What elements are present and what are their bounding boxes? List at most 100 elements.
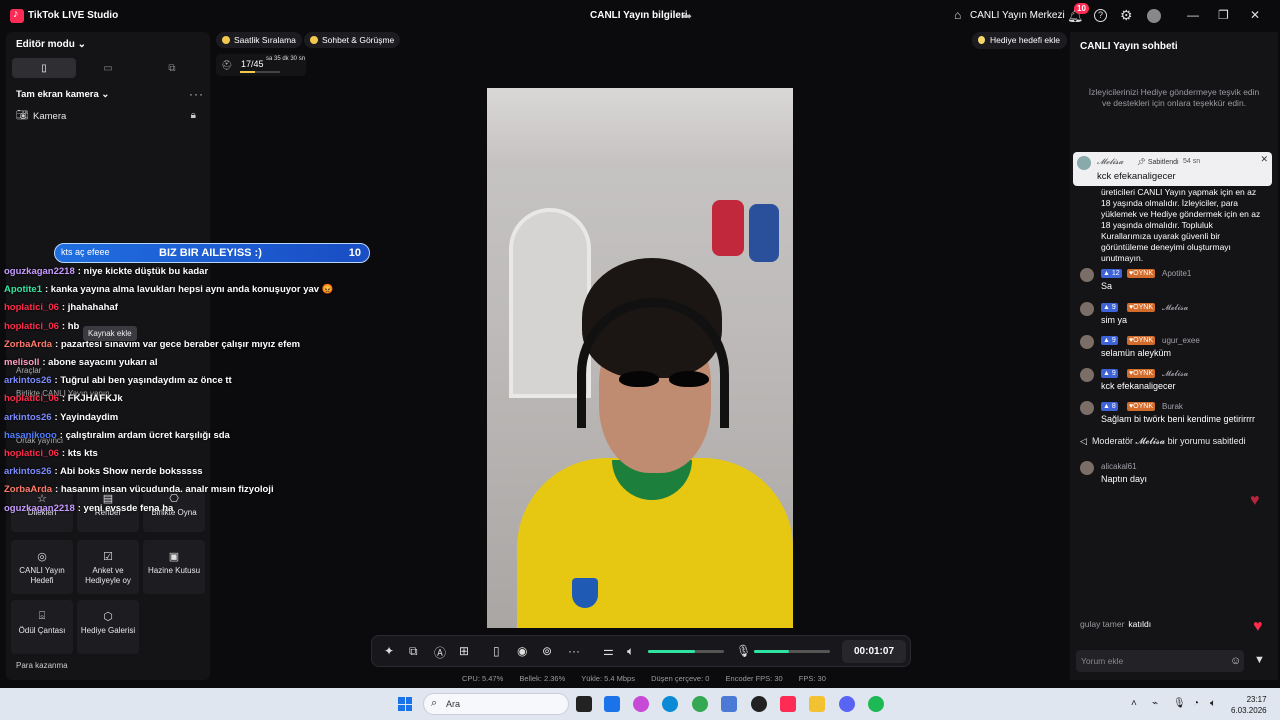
speaker-icon[interactable]: 🔈︎	[627, 644, 634, 659]
network-icon[interactable]: ⌁	[1152, 698, 1158, 709]
overlay-chat-line: oguzkagan2218: yeni evssde fena ha	[4, 503, 173, 514]
banner-text: BIZ BIR AILEYISS :)	[159, 247, 262, 259]
minimize-icon[interactable]: —	[1187, 8, 1199, 22]
lock-icon[interactable]: 🔒︎	[191, 110, 196, 121]
memory-stat: Bellek: 2.36%	[519, 674, 566, 683]
live-center-link[interactable]: CANLI Yayın Merkezi	[970, 10, 1065, 21]
ai-icon[interactable]: Ⓐ	[434, 644, 446, 661]
mixer-icon[interactable]: ⚌	[603, 644, 614, 658]
help-icon[interactable]: ?	[1094, 9, 1107, 22]
record-icon[interactable]: ◉	[517, 644, 527, 658]
chat-message[interactable]: ▲ 9 ♥OYNK 𝓜𝓮𝓵𝓲𝓼𝓪 sim ya	[1080, 302, 1275, 328]
mic-slider[interactable]	[754, 650, 830, 653]
dual-button[interactable]: ⧉	[140, 58, 204, 78]
chrome-icon[interactable]	[692, 696, 708, 712]
chat-user: Apotite1	[1162, 269, 1192, 278]
overlay-user: arkintos26	[4, 466, 52, 478]
comment-input[interactable]: Yorum ekle	[1076, 650, 1244, 672]
scene-title[interactable]: Tam ekran kamera ⌄	[16, 89, 109, 100]
level-badge: ▲ 8	[1101, 402, 1118, 411]
chat-message[interactable]: ▲ 8 ♥OYNK Burak Sağlam bi twörk beni kendim…	[1080, 401, 1275, 427]
volume-slider[interactable]	[648, 650, 724, 653]
outlook-icon[interactable]	[604, 696, 620, 712]
taskbar-search[interactable]: ⌕ Ara	[423, 693, 569, 715]
magic-wand-icon[interactable]: ✦	[384, 644, 394, 658]
tile-poll[interactable]: ☑ Anket ve Hediyeyle oy	[77, 540, 139, 594]
tile-treasure[interactable]: ▣ Hazine Kutusu	[143, 540, 205, 594]
overlay-text: : yeni evssde fena ha	[77, 502, 174, 514]
moderator-line: ◁ Moderatör 𝓜𝓮𝓵𝓲𝓼𝓪 bir yorumu sabitledi	[1080, 436, 1246, 446]
tiktok-icon[interactable]	[780, 696, 796, 712]
red-boxing-glove	[712, 200, 744, 256]
overlay-user: hoplatici_06	[4, 302, 59, 314]
overlay-user: hoplatici_06	[4, 320, 59, 332]
chevron-up-icon[interactable]: ˄	[1131, 698, 1137, 709]
gear-icon[interactable]: ⚙	[1120, 7, 1133, 24]
discord-icon[interactable]	[839, 696, 855, 712]
live-info-title[interactable]: CANLI Yayın bilgileri	[590, 10, 688, 21]
tile-gift-gallery[interactable]: ⬡ Hediye Galerisi	[77, 600, 139, 654]
editor-mode-dropdown[interactable]: Editör modu ⌄	[16, 39, 86, 50]
wifi-icon[interactable]: ◔	[1193, 698, 1199, 709]
clock[interactable]: 23:17 6.03.2026	[1231, 694, 1267, 716]
chat-call-chip[interactable]: Sohbet & Görüşme	[304, 32, 401, 48]
chat-user: 𝓜𝓮𝓵𝓲𝓼𝓪	[1162, 303, 1189, 312]
avatar	[1080, 461, 1094, 475]
obs-icon[interactable]	[751, 696, 767, 712]
overlay-chat-line: hoplatici_06: FKJHAFKJk	[4, 393, 123, 404]
mic-tray-icon[interactable]: 🎙︎	[1173, 698, 1186, 709]
chat-user: alicakal61	[1101, 462, 1137, 471]
chat-message[interactable]: ▲ 9 ♥OYNK 𝓜𝓮𝓵𝓲𝓼𝓪 kck efekanaligecer	[1080, 368, 1275, 394]
tile-live-goal[interactable]: ◎ CANLI Yayın Hedefi	[11, 540, 73, 594]
avatar[interactable]	[1147, 9, 1161, 23]
time: 23:17	[1246, 695, 1267, 704]
hourly-ranking-chip[interactable]: Saatlik Sıralama	[216, 32, 302, 48]
edge-icon[interactable]	[662, 696, 678, 712]
spotify-icon[interactable]	[868, 696, 884, 712]
overlay-user: hoplatici_06	[4, 448, 59, 459]
camera-source[interactable]: 📷︎ Kamera 🔒︎	[16, 110, 200, 124]
fan-badge: ♥OYNK	[1127, 369, 1155, 378]
chat-message[interactable]: alicakal61 Naptın dayı	[1080, 461, 1275, 487]
more-icon[interactable]: ···	[568, 644, 580, 658]
chat-message[interactable]: ▲ 9 ♥OYNK ugur_exee selamün aleyküm	[1080, 335, 1275, 361]
add-gift-goal-button[interactable]: Hediye hedefi ekle	[972, 32, 1067, 49]
windows-start-icon[interactable]	[398, 697, 412, 711]
pinned-text: kck efekanaligecer	[1097, 171, 1176, 182]
overlay-chat-line: hasanikooo: çalıştıralım ardam ücret kar…	[4, 430, 230, 441]
emoji-icon[interactable]: ☺	[1230, 655, 1241, 667]
capture-icon[interactable]: ⊚	[542, 644, 552, 658]
chat-text: selamün aleyküm	[1101, 348, 1172, 358]
portrait-button[interactable]: ▯	[12, 58, 76, 78]
effects-icon[interactable]: ⧉	[409, 644, 418, 659]
chat-message[interactable]: ▲ 12 ♥OYNK Apotite1 Sa	[1080, 268, 1275, 294]
chat-header: CANLI Yayın sohbeti	[1080, 41, 1178, 52]
banner-pill: kts aç efeee	[61, 247, 110, 257]
copilot-icon[interactable]	[633, 696, 649, 712]
join-notice: gulay tamer katıldı	[1080, 619, 1152, 629]
close-icon[interactable]: ✕	[1260, 154, 1268, 165]
mic-icon[interactable]: 🎙︎	[736, 644, 751, 658]
settings-app-icon[interactable]	[721, 696, 737, 712]
fan-badge: ♥OYNK	[1127, 402, 1155, 411]
home-icon[interactable]: ⌂	[954, 8, 961, 22]
share-icon[interactable]: ➦	[682, 9, 692, 23]
overlay-chat-line: arkintos26: Abi boks Show nerde boksssss	[4, 466, 203, 477]
portrait-icon[interactable]: ▯	[493, 644, 500, 658]
speaker-tray-icon[interactable]: 🔈︎	[1210, 698, 1216, 709]
taskbar: ⌕ Ara ˄ ⌁ 🎙︎ ◔ 🔈︎ 23:17 6.03.2026	[0, 688, 1280, 720]
landscape-button[interactable]: ▭	[76, 58, 140, 78]
filter-icon[interactable]: ▼	[1254, 654, 1265, 666]
pinned-comment[interactable]: 𝓜𝓮𝓵𝓲𝓼𝓪 📌︎ Sabitlendi 54 sn kck efekanali…	[1073, 152, 1272, 186]
file-explorer-icon[interactable]	[809, 696, 825, 712]
overlay-chat-line: melisoll: abone sayacını yukarı al	[4, 357, 157, 368]
tile-label: Ödül Çantası	[18, 626, 66, 635]
tile-reward-bag[interactable]: ⌺ Ödül Çantası	[11, 600, 73, 654]
task-view-icon[interactable]	[576, 696, 592, 712]
more-icon[interactable]: ···	[189, 87, 204, 101]
close-icon[interactable]: ✕	[1250, 8, 1260, 22]
maximize-icon[interactable]: ❐	[1218, 8, 1229, 22]
ceiling	[487, 88, 793, 168]
add-source-icon[interactable]: ⊞	[459, 644, 469, 658]
goal-widget[interactable]: ⛑ 17/45 sa 35 dk 30 sn	[216, 54, 306, 76]
